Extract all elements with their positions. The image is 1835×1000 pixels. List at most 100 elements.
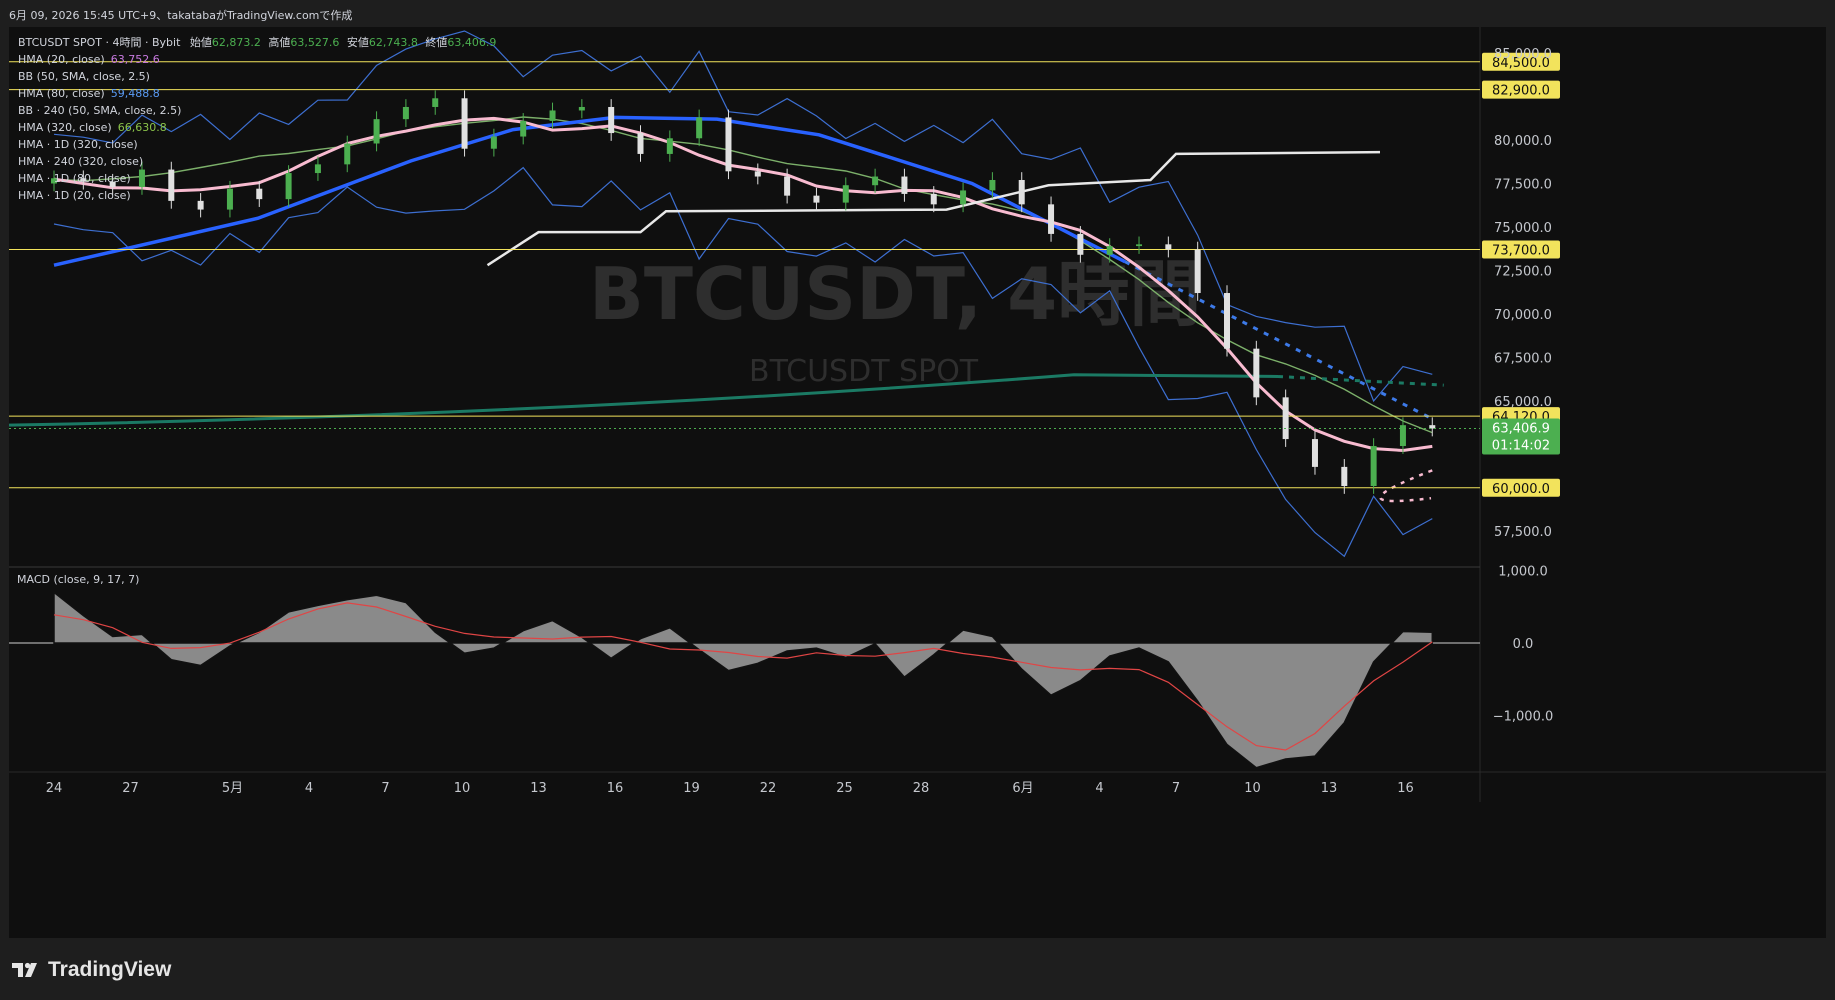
time-axis-tick-label: 13	[530, 781, 547, 796]
time-axis-tick-label: 13	[1321, 781, 1338, 796]
legend-label: HMA (80, close)	[18, 87, 105, 100]
level-price-label: 82,900.0	[1492, 84, 1550, 99]
legend-low-label: 安値	[346, 36, 369, 49]
price-axis-tick-label: 75,000.0	[1494, 221, 1552, 236]
time-axis-tick-label: 28	[913, 781, 930, 796]
legend-row-hma-1d-20[interactable]: HMA · 1D (20, close)	[18, 187, 496, 204]
candle-body	[1253, 348, 1260, 398]
candle-body	[1370, 446, 1377, 487]
candle-body	[989, 180, 996, 191]
tradingview-logo[interactable]: TradingView	[12, 958, 171, 982]
candle-body	[1048, 204, 1055, 234]
candle-body	[696, 117, 703, 139]
candle-body	[1429, 425, 1436, 429]
time-axis-tick-label: 6月	[1012, 781, 1033, 796]
macd-axis-tick-label: −1,000.0	[1493, 709, 1554, 724]
time-axis-tick-label: 4	[1095, 781, 1103, 796]
legend-label: HMA · 240 (320, close)	[18, 155, 144, 168]
price-axis-tick-label: 65,000.0	[1494, 395, 1552, 410]
legend-row-hma80[interactable]: HMA (80, close) 59,488.8	[18, 85, 496, 102]
legend-high-label: 高値	[268, 36, 291, 49]
candle-body	[754, 171, 761, 177]
last-price-label: 63,406.9	[1492, 422, 1550, 437]
candle-body	[520, 120, 527, 137]
macd-axis-tick-label: 1,000.0	[1498, 565, 1548, 580]
legend-value: 59,488.8	[110, 87, 160, 100]
legend-label: HMA · 1D (20, close)	[18, 189, 131, 202]
legend-row-hma-1d-320[interactable]: HMA · 1D (320, close)	[18, 136, 496, 153]
chart-header-caption: 6月 09, 2026 15:45 UTC+9、takatabaがTrading…	[9, 9, 353, 22]
candle-countdown-label: 01:14:02	[1492, 439, 1550, 454]
candle-body	[1224, 293, 1230, 349]
legend-open-value: 62,873.2	[211, 36, 261, 49]
candle-body	[578, 106, 585, 111]
time-axis-tick-label: 7	[381, 781, 389, 796]
legend-row-hma-240-320[interactable]: HMA · 240 (320, close)	[18, 153, 496, 170]
price-axis-tick-label: 77,500.0	[1494, 177, 1552, 192]
time-axis-tick-label: 4	[305, 781, 313, 796]
candle-body	[1106, 246, 1113, 255]
macd-legend-label: MACD (close, 9, 17, 7)	[17, 573, 139, 586]
candle-body	[637, 133, 644, 154]
legend-row-bb[interactable]: BB (50, SMA, close, 2.5)	[18, 68, 496, 85]
legend-label: BB (50, SMA, close, 2.5)	[18, 70, 150, 83]
legend-value: 66,630.8	[117, 121, 167, 134]
candle-body	[1077, 233, 1084, 255]
time-axis-tick-label: 10	[454, 781, 471, 796]
candle-body	[842, 185, 849, 203]
candle-body	[1282, 397, 1289, 440]
legend-value: 63,752.6	[110, 53, 160, 66]
price-axis-tick-label: 67,500.0	[1494, 351, 1552, 366]
level-price-label: 60,000.0	[1492, 482, 1550, 497]
candle-body	[1311, 439, 1318, 467]
legend-row-bb-240[interactable]: BB · 240 (50, SMA, close, 2.5)	[18, 102, 496, 119]
time-axis-tick-label: 25	[836, 781, 853, 796]
legend-open-label: 始値	[189, 36, 212, 49]
watermark-title: BTCUSDT, 4時間	[589, 252, 1201, 336]
candle-body	[1018, 180, 1025, 205]
legend-label: HMA · 1D (80, close)	[18, 172, 131, 185]
legend-label: BB · 240 (50, SMA, close, 2.5)	[18, 104, 182, 117]
legend-symbol: BTCUSDT SPOT · 4時間 · Bybit	[18, 36, 181, 49]
candle-body	[1194, 249, 1201, 294]
candle-body	[725, 117, 732, 172]
legend-row-hma-1d-80[interactable]: HMA · 1D (80, close)	[18, 170, 496, 187]
price-axis-tick-label: 85,000.0	[1494, 47, 1552, 62]
legend-row-hma20[interactable]: HMA (20, close) 63,752.6	[18, 51, 496, 68]
legend-title-row: BTCUSDT SPOT · 4時間 · Bybit 始値62,873.2 高値…	[18, 34, 496, 51]
time-axis-tick-label: 16	[1397, 781, 1414, 796]
time-axis-tick-label: 5月	[222, 781, 243, 796]
candle-body	[872, 176, 879, 186]
candle-body	[666, 138, 673, 154]
legend-row-hma320[interactable]: HMA (320, close) 66,630.8	[18, 119, 496, 136]
price-axis-tick-label: 57,500.0	[1494, 525, 1552, 540]
candle-body	[1165, 244, 1172, 250]
candle-body	[549, 110, 556, 121]
legend-label: HMA · 1D (320, close)	[18, 138, 138, 151]
time-axis-tick-label: 24	[46, 781, 63, 796]
legend-label: HMA (20, close)	[18, 53, 105, 66]
price-axis-tick-label: 70,000.0	[1494, 308, 1552, 323]
price-axis-tick-label: 72,500.0	[1494, 264, 1552, 279]
candle-body	[608, 106, 615, 134]
time-axis-tick-label: 19	[683, 781, 700, 796]
legend-close-label: 終値	[425, 36, 448, 49]
candle-body	[930, 193, 937, 205]
legend-close-value: 63,406.9	[447, 36, 497, 49]
legend-low-value: 62,743.8	[368, 36, 418, 49]
legend-label: HMA (320, close)	[18, 121, 112, 134]
candle-body	[901, 176, 908, 194]
price-axis-tick-label: 80,000.0	[1494, 134, 1552, 149]
candle-body	[1341, 466, 1348, 487]
tradingview-logo-text: TradingView	[48, 958, 172, 981]
time-axis-tick-label: 22	[760, 781, 777, 796]
time-axis-tick-label: 7	[1172, 781, 1180, 796]
candle-body	[784, 176, 791, 196]
legend-high-value: 63,527.6	[290, 36, 340, 49]
candle-body	[813, 195, 820, 203]
candle-body	[960, 190, 967, 205]
time-axis-tick-label: 16	[607, 781, 624, 796]
candle-body	[1136, 244, 1143, 247]
level-price-label: 73,700.0	[1492, 244, 1550, 259]
tradingview-logo-icon	[12, 962, 37, 977]
